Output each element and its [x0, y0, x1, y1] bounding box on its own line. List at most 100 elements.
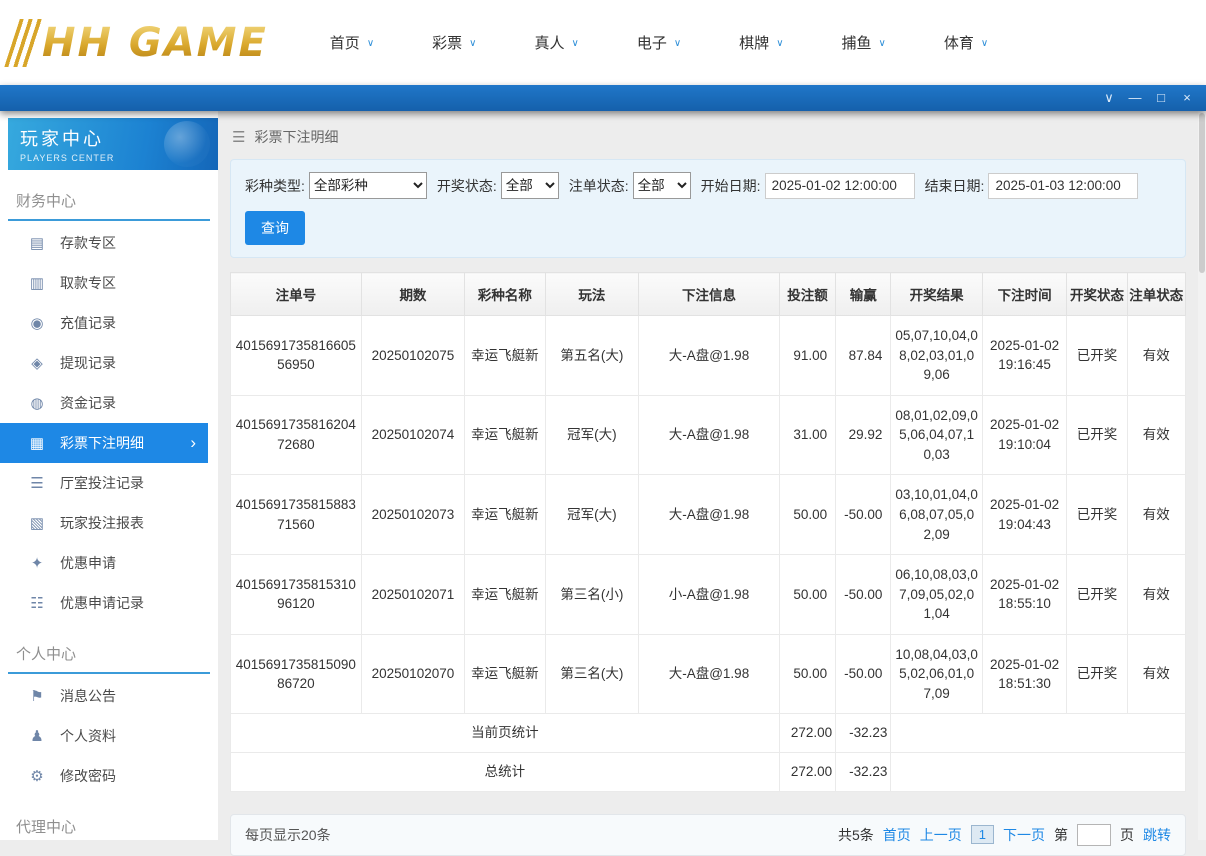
table-cell: 第三名(大) — [544, 633, 640, 715]
jump-page-input[interactable] — [1077, 823, 1111, 846]
table-cell: 401569173581588371560 — [230, 474, 362, 556]
col-header: 下注时间 — [981, 272, 1068, 316]
table-cell: 20250102074 — [360, 394, 466, 476]
col-header: 投注额 — [778, 272, 837, 316]
sidebar-item-label: 个人资料 — [60, 728, 116, 744]
withdrawal-record-icon: ◈ — [31, 355, 43, 372]
nav-item-fishing[interactable]: 捕鱼 ∨ — [842, 32, 886, 53]
nav-item-home[interactable]: 首页 ∨ — [330, 32, 374, 53]
table-cell: 10,08,04,03,05,02,06,01,07,09 — [890, 633, 983, 715]
sidebar-item-label: 消息公告 — [60, 688, 116, 704]
table-cell: 2025-01-02 19:10:04 — [981, 394, 1068, 476]
table-cell: 有效 — [1126, 315, 1187, 396]
summary-empty — [890, 713, 1186, 753]
sidebar-item-withdraw[interactable]: ▥ 取款专区 — [0, 263, 218, 303]
nav-label: 棋牌 — [739, 35, 770, 52]
col-header: 注单状态 — [1126, 272, 1187, 316]
nav-item-sports[interactable]: 体育 ∨ — [944, 32, 988, 53]
sidebar-item-hall-bet-record[interactable]: ☰ 厅室投注记录 — [0, 463, 218, 503]
minimize-icon[interactable]: — — [1122, 85, 1148, 111]
table-cell: 已开奖 — [1066, 394, 1128, 476]
table-cell: 冠军(大) — [544, 394, 640, 476]
first-page-link[interactable]: 首页 — [883, 825, 911, 845]
lottery-type-select[interactable]: 全部彩种 — [308, 172, 427, 199]
filter-row: 彩种类型: 全部彩种 开奖状态: 全部 注单状态: 全部 开始日期: 结束日期: — [245, 172, 1171, 199]
sidebar: 玩家中心 PLAYERS CENTER 财务中心 ▤ 存款专区 ▥ 取款专区 ◉… — [0, 111, 218, 840]
section-title-agent: 代理中心 — [8, 806, 210, 840]
chevron-down-icon[interactable]: ∨ — [1096, 85, 1122, 111]
banner-decoration — [164, 121, 210, 167]
menu-icon: ☰ — [232, 129, 246, 146]
nav-item-live[interactable]: 真人 ∨ — [534, 32, 578, 53]
sidebar-item-withdrawal-record[interactable]: ◈ 提现记录 — [0, 343, 218, 383]
breadcrumb: ☰ 彩票下注明细 — [232, 127, 1184, 147]
sidebar-item-player-bet-report[interactable]: ▧ 玩家投注报表 — [0, 503, 218, 543]
section-title-personal: 个人中心 — [8, 633, 210, 674]
draw-status-select[interactable]: 全部 — [500, 172, 559, 199]
summary-winloss-total: -32.23 — [835, 713, 892, 753]
jump-button[interactable]: 跳转 — [1143, 825, 1171, 845]
order-status-label: 注单状态: — [568, 177, 629, 194]
sidebar-item-label: 玩家投注报表 — [60, 515, 144, 531]
search-button[interactable]: 查询 — [245, 211, 305, 245]
sidebar-item-label: 彩票下注明细 — [60, 435, 144, 451]
sidebar-item-promo-apply-record[interactable]: ☷ 优惠申请记录 — [0, 583, 218, 623]
chevron-down-icon: ∨ — [469, 38, 477, 49]
promo-apply-record-icon: ☷ — [30, 595, 44, 612]
order-status-select[interactable]: 全部 — [632, 172, 691, 199]
summary-winloss-total: -32.23 — [835, 752, 892, 792]
vertical-scrollbar[interactable] — [1198, 111, 1206, 840]
table-cell: 50.00 — [778, 633, 837, 715]
sidebar-item-announcements[interactable]: ⚑ 消息公告 — [0, 676, 218, 716]
close-icon[interactable]: × — [1174, 85, 1200, 111]
summary-row-current-page: 当前页统计 272.00 -32.23 — [230, 713, 1186, 753]
table-cell: 401569173581509086720 — [230, 633, 362, 715]
table-cell: 冠军(大) — [544, 474, 640, 556]
chevron-down-icon: ∨ — [571, 38, 579, 49]
table-cell: -50.00 — [835, 633, 892, 715]
filter-panel: 彩种类型: 全部彩种 开奖状态: 全部 注单状态: 全部 开始日期: 结束日期: — [230, 159, 1186, 258]
col-header: 注单号 — [230, 272, 362, 316]
withdraw-icon: ▥ — [29, 275, 45, 292]
table-cell: 08,01,02,09,05,06,04,07,10,03 — [890, 394, 983, 476]
sidebar-item-deposit[interactable]: ▤ 存款专区 — [0, 223, 218, 263]
table-cell: 已开奖 — [1066, 315, 1128, 396]
main-panel: ☰ 彩票下注明细 彩种类型: 全部彩种 开奖状态: 全部 注单状态: 全部 开始… — [218, 111, 1206, 856]
maximize-icon[interactable]: □ — [1148, 85, 1174, 111]
sidebar-item-change-password[interactable]: ⚙ 修改密码 — [0, 756, 218, 796]
chevron-down-icon: ∨ — [878, 38, 886, 49]
content-area: 玩家中心 PLAYERS CENTER 财务中心 ▤ 存款专区 ▥ 取款专区 ◉… — [0, 111, 1206, 856]
sidebar-item-lottery-bet-detail[interactable]: ▦ 彩票下注明细 › — [0, 423, 208, 463]
nav-label: 体育 — [943, 35, 974, 52]
table-cell: 87.84 — [835, 315, 892, 396]
sidebar-item-profile[interactable]: ♟ 个人资料 — [0, 716, 218, 756]
table-cell: 401569173581620472680 — [230, 394, 362, 476]
section-title-finance: 财务中心 — [8, 180, 210, 221]
logo-stripes-decoration — [4, 18, 46, 67]
logo: HH GAME — [4, 18, 268, 67]
sidebar-item-recharge-record[interactable]: ◉ 充值记录 — [0, 303, 218, 343]
table-cell: 小-A盘@1.98 — [638, 554, 780, 635]
prev-page-link[interactable]: 上一页 — [920, 825, 962, 845]
lottery-type-label: 彩种类型: — [245, 177, 305, 194]
sidebar-item-label: 修改密码 — [60, 768, 116, 784]
nav-item-lottery[interactable]: 彩票 ∨ — [432, 32, 476, 53]
sidebar-item-promo-apply[interactable]: ✦ 优惠申请 — [0, 543, 218, 583]
sidebar-item-funds-record[interactable]: ◍ 资金记录 — [0, 383, 218, 423]
announcement-icon: ⚑ — [30, 688, 44, 705]
col-header: 开奖结果 — [890, 272, 983, 316]
next-page-link[interactable]: 下一页 — [1003, 825, 1045, 845]
nav-item-electronic[interactable]: 电子 ∨ — [637, 32, 681, 53]
table-cell: 2025-01-02 19:04:43 — [981, 474, 1068, 556]
nav-item-board-games[interactable]: 棋牌 ∨ — [739, 32, 783, 53]
sidebar-item-label: 取款专区 — [60, 275, 116, 291]
jump-prefix-label: 第 — [1054, 826, 1068, 843]
end-date-input[interactable] — [988, 172, 1139, 199]
pagination-bar: 每页显示20条 共5条 首页 上一页 1 下一页 第 页 跳转 — [230, 813, 1186, 856]
scrollbar-thumb[interactable] — [1199, 113, 1205, 273]
table-cell: 有效 — [1126, 633, 1187, 715]
start-date-input[interactable] — [764, 172, 915, 199]
table-cell: 有效 — [1126, 394, 1187, 476]
player-center-banner: 玩家中心 PLAYERS CENTER — [8, 118, 218, 170]
table-row: 401569173581660556950 20250102075 幸运飞艇新 … — [230, 315, 1187, 396]
